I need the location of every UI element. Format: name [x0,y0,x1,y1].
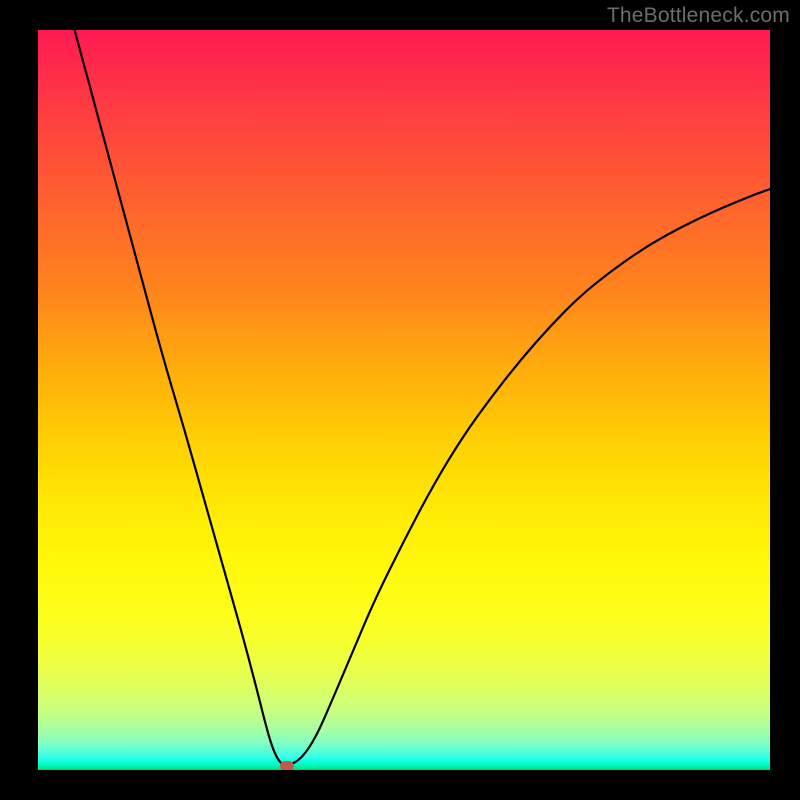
curve-line [75,30,770,765]
minimum-marker [280,761,294,770]
watermark-text: TheBottleneck.com [607,4,790,28]
chart-frame: TheBottleneck.com [0,0,800,800]
curve-svg [38,30,770,770]
plot-area [38,30,770,770]
